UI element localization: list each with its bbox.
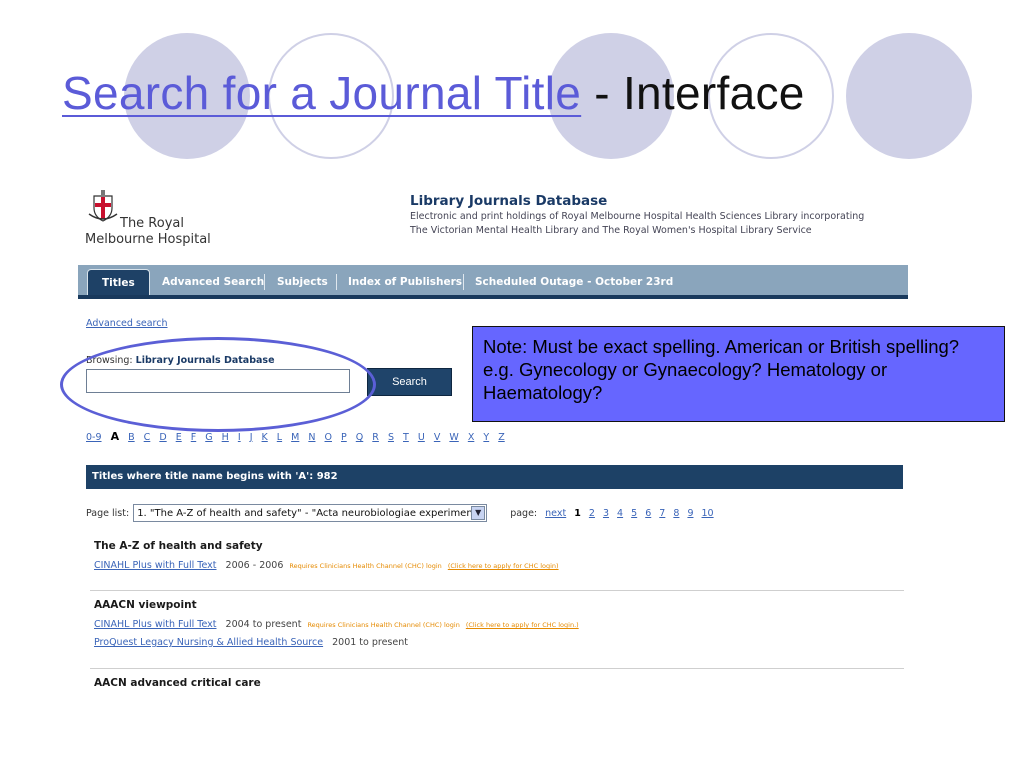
pager-page[interactable]: 4 [617, 508, 623, 519]
site-header-desc-2: The Victorian Mental Health Library and … [410, 225, 812, 236]
nav-divider [336, 274, 337, 290]
alpha-y[interactable]: Y [483, 432, 489, 443]
tab-scheduled-outage[interactable]: Scheduled Outage - October 23rd [475, 276, 673, 288]
page-select[interactable]: 1. "The A-Z of health and safety" - "Act… [133, 504, 488, 522]
alpha-g[interactable]: G [205, 432, 212, 443]
result-source: ProQuest Legacy Nursing & Allied Health … [94, 637, 904, 648]
alpha-z[interactable]: Z [498, 432, 505, 443]
crest-icon [88, 190, 118, 222]
highlight-ellipse [60, 337, 376, 432]
site-header-desc-1: Electronic and print holdings of Royal M… [410, 211, 865, 222]
tab-index-of-publishers[interactable]: Index of Publishers [348, 276, 462, 288]
alpha-b[interactable]: B [128, 432, 135, 443]
page-list-label: Page list: [86, 507, 130, 519]
search-button[interactable]: Search [367, 368, 452, 396]
nav-divider [463, 274, 464, 290]
alpha-w[interactable]: W [449, 432, 458, 443]
site-header: Library Journals Database Electronic and… [410, 193, 910, 238]
pager-label: page: [510, 507, 538, 519]
slide-title-suffix: - Interface [581, 67, 805, 119]
tab-titles[interactable]: Titles [87, 269, 150, 295]
slide-title-link[interactable]: Search for a Journal Title [62, 67, 581, 119]
pager-page[interactable]: 9 [687, 508, 693, 519]
pager-page[interactable]: 2 [589, 508, 595, 519]
alpha-0-9[interactable]: 0-9 [86, 432, 102, 443]
login-requirement: Requires Clinicians Health Channel (CHC)… [289, 562, 442, 570]
site-header-title: Library Journals Database [410, 193, 608, 209]
pager-page[interactable]: 8 [673, 508, 679, 519]
result-item: AAACN viewpoint CINAHL Plus with Full Te… [94, 599, 904, 648]
alpha-h[interactable]: H [222, 432, 229, 443]
alpha-r[interactable]: R [372, 432, 379, 443]
tab-subjects[interactable]: Subjects [277, 276, 328, 288]
alpha-l[interactable]: L [277, 432, 282, 443]
logo-line-2: Melbourne Hospital [85, 232, 211, 247]
pager-page[interactable]: 7 [659, 508, 665, 519]
login-requirement: Requires Clinicians Health Channel (CHC)… [307, 621, 460, 629]
alphabet-bar: 0-9 A B C D E F G H I J K L M N O P Q R … [86, 430, 511, 443]
alpha-s[interactable]: S [388, 432, 394, 443]
source-coverage: 2004 to present [225, 619, 302, 630]
source-link[interactable]: CINAHL Plus with Full Text [94, 560, 217, 571]
alpha-j[interactable]: J [250, 432, 253, 443]
source-link[interactable]: ProQuest Legacy Nursing & Allied Health … [94, 637, 323, 648]
nav-divider [264, 274, 265, 290]
alpha-f[interactable]: F [191, 432, 196, 443]
alpha-e[interactable]: E [176, 432, 182, 443]
slide-title: Search for a Journal Title - Interface [62, 66, 805, 120]
pager-current: 1 [574, 507, 581, 519]
alpha-k[interactable]: K [262, 432, 268, 443]
source-coverage: 2001 to present [332, 637, 408, 648]
alpha-o[interactable]: O [325, 432, 332, 443]
page-select-value: 1. "The A-Z of health and safety" - "Act… [137, 507, 482, 519]
decor-circle-5 [846, 33, 972, 159]
source-link[interactable]: CINAHL Plus with Full Text [94, 619, 217, 630]
tab-advanced-search[interactable]: Advanced Search [162, 276, 264, 288]
pager-page[interactable]: 6 [645, 508, 651, 519]
alpha-c[interactable]: C [144, 432, 151, 443]
pager-page[interactable]: 10 [702, 508, 714, 519]
alpha-q[interactable]: Q [356, 432, 363, 443]
pager-next[interactable]: next [545, 508, 566, 519]
pager-page[interactable]: 5 [631, 508, 637, 519]
page-list-row: Page list: 1. "The A-Z of health and saf… [86, 504, 714, 522]
apply-login-link[interactable]: (Click here to apply for CHC login.) [466, 621, 579, 629]
result-item: AACN advanced critical care [94, 677, 904, 689]
result-source: CINAHL Plus with Full Text 2006 - 2006 R… [94, 560, 904, 571]
alpha-d[interactable]: D [159, 432, 166, 443]
result-title: The A-Z of health and safety [94, 540, 263, 552]
alpha-p[interactable]: P [341, 432, 347, 443]
chevron-down-icon[interactable]: ▼ [471, 506, 486, 520]
result-source: CINAHL Plus with Full Text 2004 to prese… [94, 619, 904, 630]
alpha-x[interactable]: X [468, 432, 475, 443]
alpha-m[interactable]: M [291, 432, 299, 443]
apply-login-link[interactable]: (Click here to apply for CHC login) [448, 562, 559, 570]
alpha-t[interactable]: T [403, 432, 409, 443]
result-title: AACN advanced critical care [94, 677, 261, 689]
advanced-search-link[interactable]: Advanced search [86, 318, 168, 329]
source-coverage: 2006 - 2006 [225, 560, 284, 571]
logo-line-1: The Royal [120, 216, 184, 231]
alpha-n[interactable]: N [308, 432, 315, 443]
pager-page[interactable]: 3 [603, 508, 609, 519]
pager: page: next 1 2 3 4 5 6 7 8 9 10 [505, 508, 713, 519]
note-callout: Note: Must be exact spelling. American o… [472, 326, 1005, 422]
main-nav: Titles Advanced Search Subjects Index of… [78, 265, 908, 299]
result-title: AAACN viewpoint [94, 599, 197, 611]
result-divider [90, 590, 904, 591]
results-header: Titles where title name begins with 'A':… [86, 465, 903, 489]
alpha-a[interactable]: A [111, 430, 120, 443]
result-divider [90, 668, 904, 669]
alpha-i[interactable]: I [238, 432, 241, 443]
result-item: The A-Z of health and safety CINAHL Plus… [94, 540, 904, 571]
alpha-v[interactable]: V [434, 432, 441, 443]
alpha-u[interactable]: U [418, 432, 425, 443]
